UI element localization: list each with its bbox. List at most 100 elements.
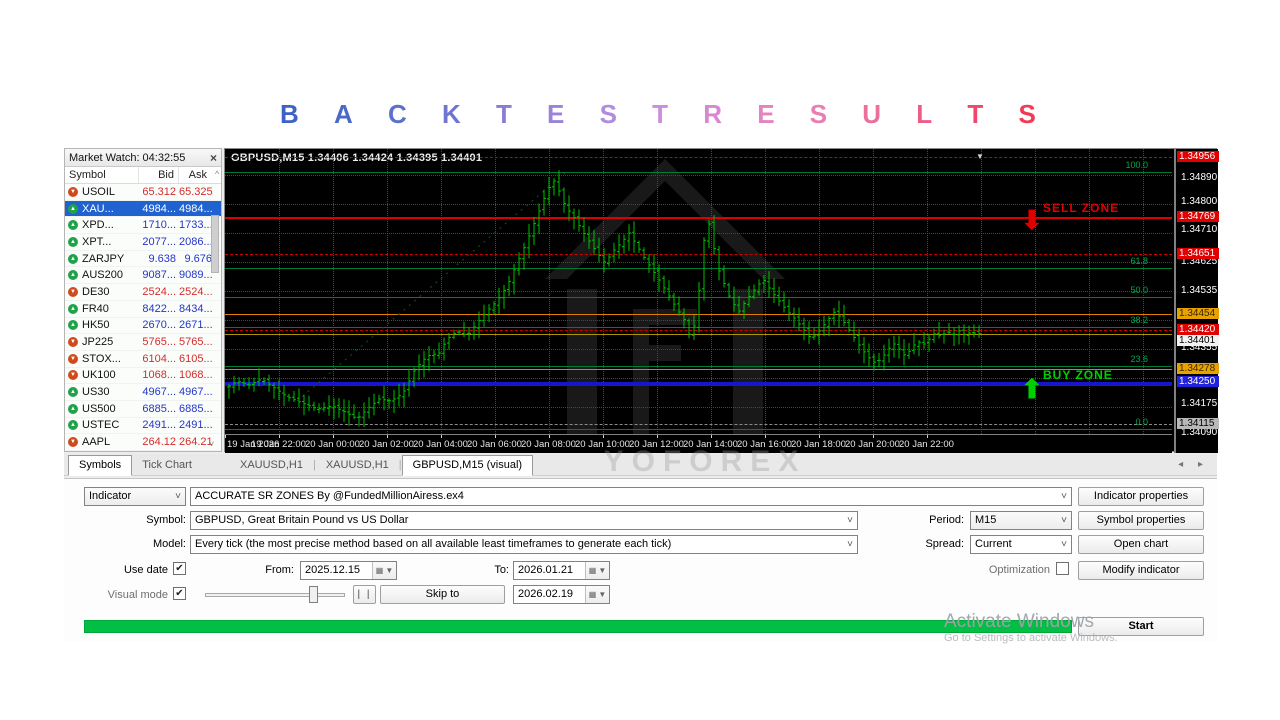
symbol-name: ▲US30 [65,386,139,398]
down-arrow-icon: ▼ [68,287,78,297]
symbol-name: ▲XAU... [65,203,139,215]
time-axis-tick [603,435,604,438]
symbol-name: ▼AAPL [65,436,139,448]
visual-speed-slider[interactable] [205,585,345,604]
market-watch-tab-0[interactable]: Symbols [68,455,132,476]
market-watch-row[interactable]: ▲US304967...4967... [65,384,221,401]
market-watch-tab-1[interactable]: Tick Chart [132,456,202,475]
title-letter: E [757,99,774,130]
title-letter: B [280,99,299,130]
market-watch-row[interactable]: ▲US5006885...6885... [65,401,221,418]
chart-tabs: XAUUSD,H1|XAUUSD,H1|GBPUSD,M15 (visual) [230,455,533,476]
time-axis-tick [441,435,442,438]
market-watch-row[interactable]: ▲XAU...4984...4984... [65,201,221,218]
bid-value: 1068... [139,369,179,381]
market-watch-row[interactable]: ▼STOX...6104...6105... [65,351,221,368]
chart-plot[interactable]: GBPUSD,M15 1.34406 1.34424 1.34395 1.344… [225,149,1172,434]
scroll-down-icon[interactable]: ˅ [209,439,219,449]
ask-value: 1733... [179,219,215,231]
skip-date-field[interactable]: 2026.02.19 ▦▼ [513,585,610,604]
market-watch-row[interactable]: ▼UK1001068...1068... [65,368,221,385]
ask-value: 4984... [179,203,215,215]
chart-tab-0[interactable]: XAUUSD,H1 [230,456,313,475]
calendar-dropdown-icon[interactable]: ▦▼ [372,562,396,579]
market-watch-row[interactable]: ▲HK502670...2671... [65,318,221,335]
from-date-field[interactable]: 2025.12.15 ▦▼ [300,561,397,580]
from-label: From: [244,564,294,576]
time-axis-tick [333,435,334,438]
visual-mode-checkbox[interactable]: ✔ [173,587,186,600]
calendar-dropdown-icon[interactable]: ▦▼ [585,586,609,603]
market-watch-row[interactable]: ▲XPD...1710...1733... [65,217,221,234]
up-arrow-icon: ▲ [68,304,78,314]
title-letter: E [547,99,564,130]
bid-value: 264.12 [139,436,179,448]
indicator-properties-button[interactable]: Indicator properties [1078,487,1204,506]
bid-value: 4967... [139,386,179,398]
bid-value: 9.638 [139,253,179,265]
close-icon[interactable]: × [210,151,217,165]
bid-value: 2670... [139,319,179,331]
mt4-window: Market Watch: 04:32:55 × Symbol Bid Ask … [64,148,1217,642]
up-arrow-icon: ▲ [68,404,78,414]
title-letter: R [703,99,722,130]
backtest-results-title: BACKTESTRESULTS [280,99,1036,130]
strategy-tester-panel: Indicator ACCURATE SR ZONES By @FundedMi… [64,478,1217,642]
symbol-name: ▼STOX... [65,353,139,365]
symbol-name: ▼USOIL [65,186,139,198]
start-button[interactable]: Start [1078,617,1204,636]
symbol-name: ▲ZARJPY [65,253,139,265]
market-watch-row[interactable]: ▼USOIL65.31265.325 [65,184,221,201]
market-watch-row[interactable]: ▼JP2255765...5765... [65,334,221,351]
price-axis[interactable]: 1.348901.348001.347101.346251.345351.343… [1174,149,1218,453]
to-date-field[interactable]: 2026.01.21 ▦▼ [513,561,610,580]
model-select[interactable]: Every tick (the most precise method base… [190,535,858,554]
market-watch-row[interactable]: ▲FR408422...8434... [65,301,221,318]
ohlc-bars [227,170,981,427]
modify-indicator-button[interactable]: Modify indicator [1078,561,1204,580]
from-date-value: 2025.12.15 [305,564,360,576]
price-axis-label: 1.34890 [1181,172,1217,183]
tester-type-select[interactable]: Indicator [84,487,186,506]
skip-to-button[interactable]: Skip to [380,585,505,604]
time-axis-tick [279,435,280,438]
calendar-dropdown-icon[interactable]: ▦▼ [585,562,609,579]
period-select[interactable]: M15 [970,511,1072,530]
bid-value: 9087... [139,269,179,281]
market-watch-row[interactable]: ▼DE302524...2524... [65,284,221,301]
time-axis-tick [657,435,658,438]
tab-nav-arrows[interactable]: ◂ ▸ [1178,459,1209,470]
market-watch-row[interactable]: ▼AAPL264.12264.21 [65,434,221,451]
market-watch-row[interactable]: ▲XPT...2077...2086... [65,234,221,251]
to-label: To: [464,564,509,576]
use-date-checkbox[interactable]: ✔ [173,562,186,575]
symbol-name: ▲US500 [65,403,139,415]
pause-button[interactable]: | | [353,585,376,604]
spread-select[interactable]: Current [970,535,1072,554]
scroll-up-icon[interactable]: ^ [211,167,221,183]
bid-value: 8422... [139,303,179,315]
optimization-checkbox[interactable] [1056,562,1069,575]
indicator-file-select[interactable]: ACCURATE SR ZONES By @FundedMillionAires… [190,487,1072,506]
market-watch-row[interactable]: ▲AUS2009087...9089... [65,267,221,284]
chart-tab-1[interactable]: XAUUSD,H1 [316,456,399,475]
watermark-text: YOFOREX [505,445,905,479]
ask-value: 2524... [179,286,215,298]
price-tag: 1.34956 [1177,151,1219,162]
bid-value: 4984... [139,203,179,215]
price-axis-label: 1.34535 [1181,285,1217,296]
title-letter: T [496,99,512,130]
time-axis-tick [711,435,712,438]
scrollbar-thumb[interactable] [211,215,219,273]
market-watch-row[interactable]: ▲ZARJPY9.6389.676 [65,251,221,268]
test-progress-bar [84,620,1072,633]
price-tag: 1.34278 [1177,363,1219,374]
time-axis-tick [819,435,820,438]
spread-label: Spread: [900,538,964,550]
symbol-select[interactable]: GBPUSD, Great Britain Pound vs US Dollar [190,511,858,530]
open-chart-button[interactable]: Open chart [1078,535,1204,554]
title-letter: U [862,99,881,130]
symbol-properties-button[interactable]: Symbol properties [1078,511,1204,530]
slider-thumb[interactable] [309,586,318,603]
market-watch-row[interactable]: ▲USTEC2491...2491... [65,418,221,435]
